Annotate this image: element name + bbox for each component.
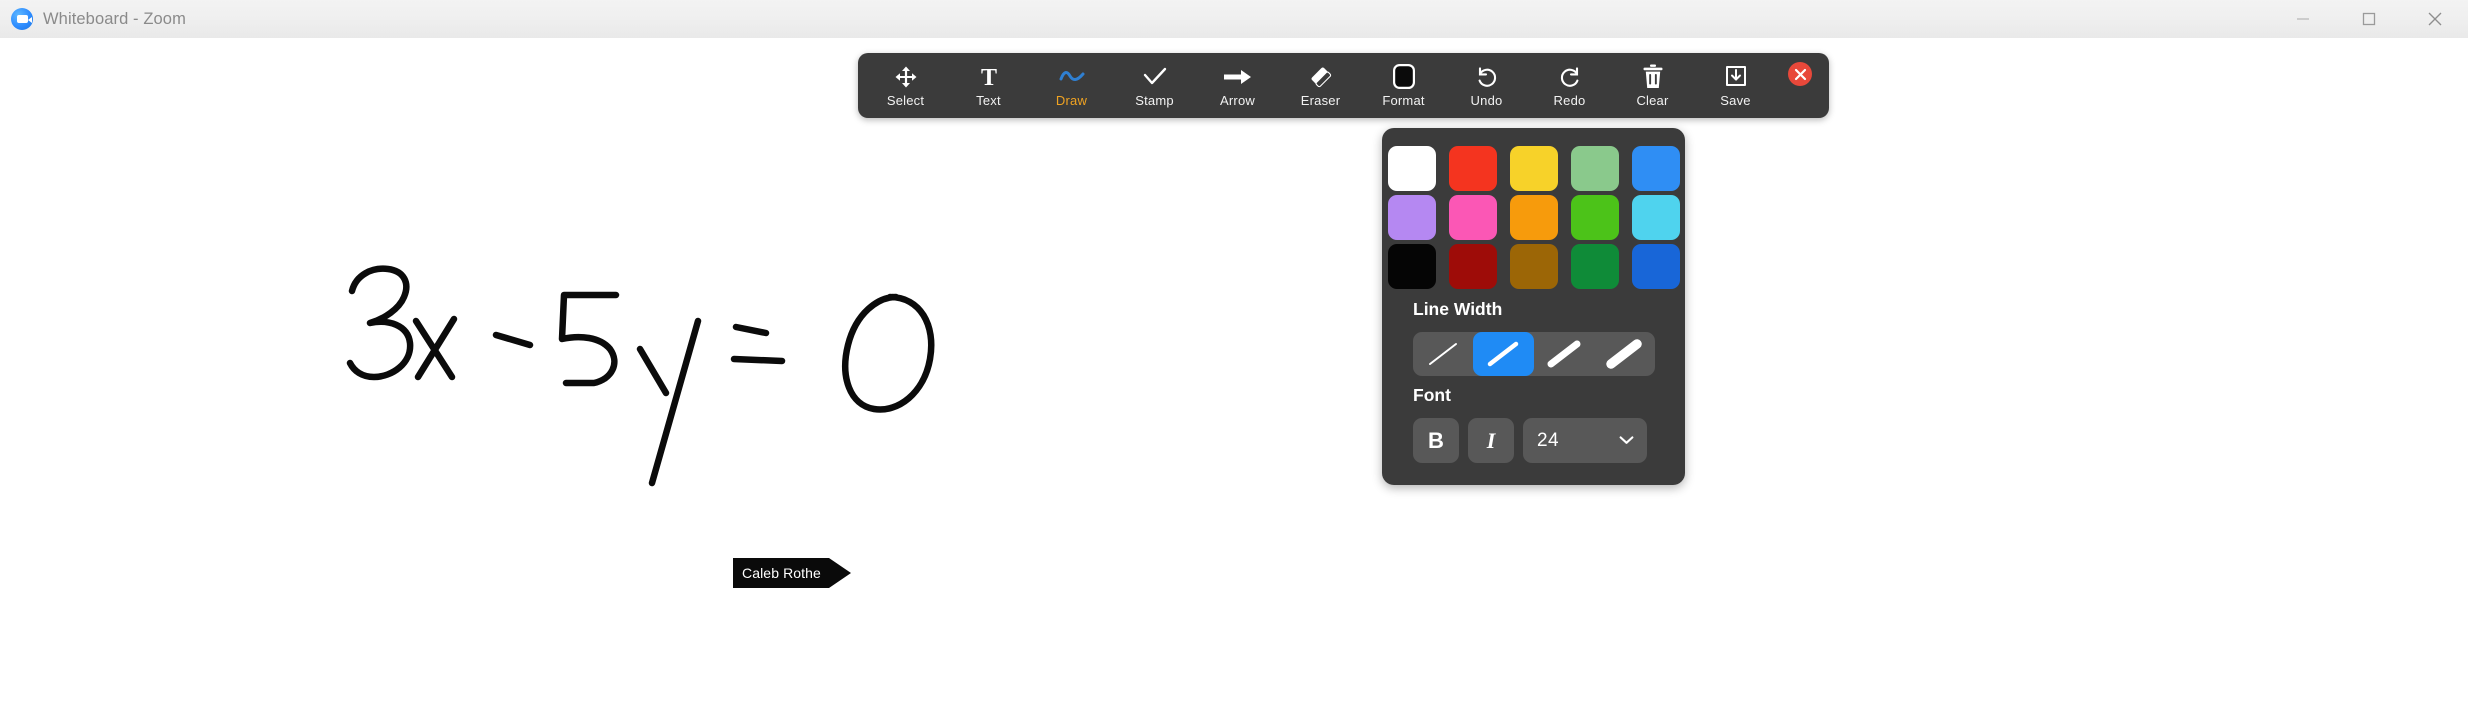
tool-undo[interactable]: Undo <box>1445 53 1528 118</box>
color-swatch-light-purple[interactable] <box>1387 195 1436 240</box>
color-swatch-blue[interactable] <box>1631 146 1680 191</box>
arrow-pointer-icon <box>828 558 851 588</box>
tool-select[interactable]: Select <box>864 53 947 118</box>
close-icon[interactable] <box>2402 0 2468 38</box>
font-size-value: 24 <box>1537 429 1559 451</box>
tool-label: Eraser <box>1300 92 1341 108</box>
tool-text[interactable]: T Text <box>947 53 1030 118</box>
cursor-name-label: Caleb Rothe <box>742 565 821 581</box>
color-swatch-black[interactable] <box>1387 244 1436 289</box>
tool-stamp[interactable]: Stamp <box>1113 53 1196 118</box>
font-title: Font <box>1413 385 1451 405</box>
tool-clear[interactable]: Clear <box>1611 53 1694 118</box>
zoom-video-icon <box>11 8 33 30</box>
font-size-select[interactable]: 24 <box>1523 418 1647 463</box>
tool-format[interactable]: Format <box>1362 53 1445 118</box>
squiggle-icon <box>1030 64 1113 90</box>
svg-text:T: T <box>980 65 996 89</box>
color-swatch-white[interactable] <box>1387 146 1436 191</box>
close-x-icon <box>1788 62 1812 86</box>
color-swatch-orange[interactable] <box>1509 195 1558 240</box>
tool-label: Draw <box>1055 92 1088 108</box>
handwritten-equation <box>346 265 935 487</box>
color-palette <box>1382 146 1685 289</box>
format-panel: Line Width Font B I 24 <box>1382 128 1685 485</box>
title-bar: Whiteboard - Zoom <box>0 0 2468 39</box>
maximize-icon[interactable] <box>2336 0 2402 38</box>
color-swatch-yellow[interactable] <box>1509 146 1558 191</box>
tool-label: Undo <box>1470 92 1503 108</box>
color-swatch-cyan[interactable] <box>1631 195 1680 240</box>
line-width-thick[interactable] <box>1534 332 1595 376</box>
chevron-down-icon <box>1619 432 1634 450</box>
participant-cursor: Caleb Rothe <box>733 558 851 588</box>
line-width-thin[interactable] <box>1413 332 1474 376</box>
format-square-icon <box>1362 64 1445 90</box>
color-swatch-pink[interactable] <box>1448 195 1497 240</box>
whiteboard-canvas[interactable]: Caleb Rothe <box>0 38 2468 716</box>
line-width-title: Line Width <box>1413 299 1503 319</box>
whiteboard-toolbar: Select T Text Draw Stamp Arrow Eraser Fo… <box>858 53 1829 118</box>
color-swatch-dark-blue[interactable] <box>1631 244 1680 289</box>
tool-label: Redo <box>1553 92 1586 108</box>
color-swatch-sage-green[interactable] <box>1570 146 1619 191</box>
tool-draw[interactable]: Draw <box>1030 53 1113 118</box>
diagonal-stroke-icon <box>1606 339 1642 369</box>
line-width-options <box>1412 332 1655 376</box>
tool-label: Select <box>886 92 925 108</box>
tool-arrow[interactable]: Arrow <box>1196 53 1279 118</box>
tool-label: Format <box>1382 92 1425 108</box>
tool-label: Clear <box>1636 92 1669 108</box>
redo-arrow-icon <box>1528 64 1611 90</box>
diagonal-stroke-icon <box>1547 340 1581 368</box>
line-width-medium[interactable] <box>1473 332 1534 376</box>
bold-button[interactable]: B <box>1413 418 1459 463</box>
text-t-icon: T <box>947 64 1030 90</box>
color-swatch-dark-red[interactable] <box>1448 244 1497 289</box>
color-swatch-green[interactable] <box>1570 195 1619 240</box>
italic-button[interactable]: I <box>1468 418 1514 463</box>
tool-eraser[interactable]: Eraser <box>1279 53 1362 118</box>
color-swatch-red[interactable] <box>1448 146 1497 191</box>
move-arrows-icon <box>864 64 947 90</box>
color-swatch-brown[interactable] <box>1509 244 1558 289</box>
undo-arrow-icon <box>1445 64 1528 90</box>
tool-label: Stamp <box>1135 92 1174 108</box>
tool-label: Text <box>976 92 1001 108</box>
checkmark-icon <box>1113 64 1196 90</box>
trash-can-icon <box>1611 64 1694 90</box>
diagonal-stroke-icon <box>1488 341 1519 367</box>
diagonal-stroke-icon <box>1428 343 1457 365</box>
whiteboard-window: Whiteboard - Zoom Caleb Rothe Select T T… <box>0 0 2468 716</box>
tool-redo[interactable]: Redo <box>1528 53 1611 118</box>
minimize-icon[interactable] <box>2270 0 2336 38</box>
line-width-extra-thick[interactable] <box>1594 332 1655 376</box>
tool-label: Arrow <box>1220 92 1255 108</box>
save-download-icon <box>1694 64 1777 90</box>
window-controls <box>2270 0 2468 38</box>
close-whiteboard-button[interactable] <box>1777 53 1823 118</box>
font-controls: B I 24 <box>1413 418 1685 463</box>
right-arrow-icon <box>1196 64 1279 90</box>
eraser-icon <box>1279 64 1362 90</box>
tool-label: Save <box>1720 92 1751 108</box>
color-swatch-dark-green[interactable] <box>1570 244 1619 289</box>
cursor-name-badge: Caleb Rothe <box>733 558 829 588</box>
window-title: Whiteboard - Zoom <box>43 9 186 28</box>
tool-save[interactable]: Save <box>1694 53 1777 118</box>
